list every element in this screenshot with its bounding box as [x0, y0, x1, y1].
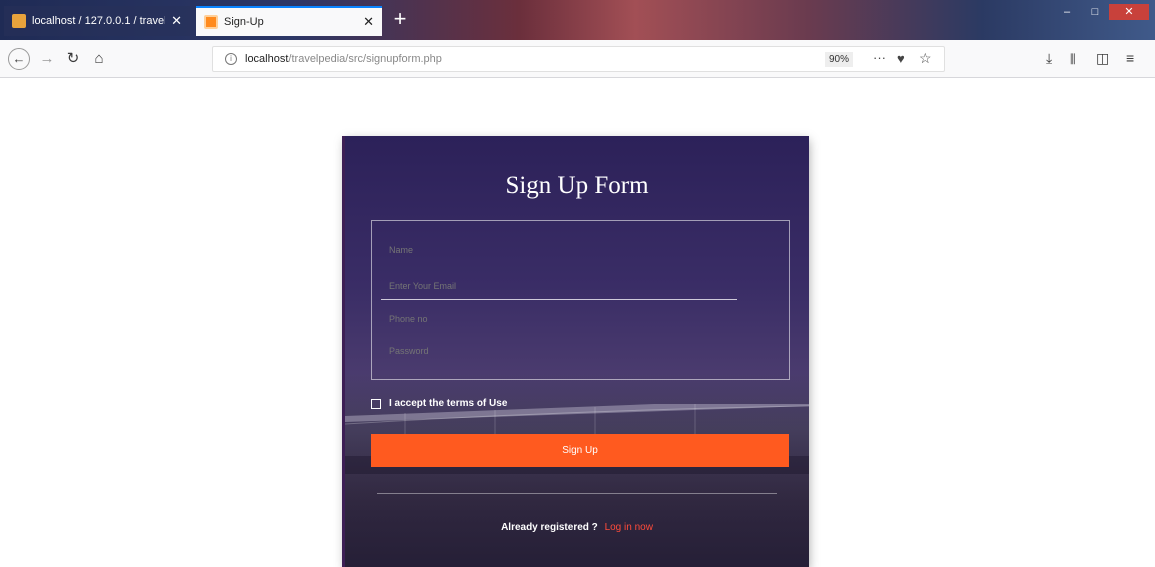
library-icon[interactable]: ⫼: [1070, 52, 1076, 67]
maximize-icon[interactable]: □: [1081, 4, 1109, 20]
login-link[interactable]: Log in now: [605, 522, 653, 533]
info-icon[interactable]: i: [225, 53, 237, 65]
browser-nav-bar: ← → ↻ ⌂ i localhost/travelpedia/src/sign…: [0, 40, 1155, 78]
page-actions-icon[interactable]: ···: [873, 50, 886, 65]
form-title: Sign Up Form: [505, 172, 649, 199]
divider: [377, 493, 777, 494]
url-host: localhost: [245, 53, 289, 65]
close-icon[interactable]: ✕: [171, 13, 182, 29]
already-registered-text: Already registered ?: [501, 522, 598, 533]
login-prompt: Already registered ? Log in now: [345, 522, 809, 533]
reload-icon[interactable]: ↻: [62, 48, 84, 70]
pocket-icon[interactable]: ♥: [897, 51, 905, 66]
tab-phpmyadmin[interactable]: localhost / 127.0.0.1 / travelp ✕: [4, 6, 190, 36]
tab-title: localhost / 127.0.0.1 / travelp: [32, 15, 166, 27]
minimize-icon[interactable]: –: [1053, 4, 1081, 20]
address-bar[interactable]: i localhost/travelpedia/src/signupform.p…: [212, 46, 945, 72]
window-close-icon[interactable]: ✕: [1109, 4, 1149, 20]
terms-checkbox[interactable]: [371, 398, 381, 409]
terms-checkbox-row[interactable]: I accept the terms of Use: [371, 398, 507, 409]
zoom-indicator[interactable]: 90%: [825, 52, 854, 67]
tab-sign-up[interactable]: Sign-Up ✕: [196, 6, 382, 36]
signup-card: Sign Up Form I accept the terms of Use S…: [345, 136, 809, 567]
window-controls: – □ ✕: [1053, 4, 1149, 22]
download-icon[interactable]: ⤓: [1046, 50, 1052, 67]
sidebar-icon[interactable]: ◫: [1096, 50, 1109, 67]
url-path: /travelpedia/src/signupform.php: [288, 53, 442, 65]
home-icon[interactable]: ⌂: [88, 48, 110, 70]
forward-icon[interactable]: →: [36, 48, 58, 70]
fields-container: [371, 220, 790, 380]
star-icon[interactable]: ☆: [919, 50, 932, 67]
hamburger-menu-icon[interactable]: ≡: [1126, 50, 1134, 66]
new-tab-button[interactable]: +: [389, 6, 411, 34]
browser-tab-bar: localhost / 127.0.0.1 / travelp ✕ Sign-U…: [0, 0, 1155, 40]
phone-input[interactable]: [389, 308, 739, 330]
page-favicon-icon: [204, 15, 218, 29]
terms-label: I accept the terms of Use: [389, 398, 508, 409]
name-input[interactable]: [389, 239, 739, 261]
back-icon[interactable]: ←: [8, 48, 30, 70]
email-underline: [381, 299, 737, 300]
tab-title: Sign-Up: [224, 16, 264, 28]
password-input[interactable]: [389, 340, 739, 362]
phpmyadmin-favicon-icon: [12, 14, 26, 28]
sign-up-button[interactable]: Sign Up: [371, 434, 789, 467]
close-icon[interactable]: ✕: [363, 14, 374, 30]
email-input[interactable]: [389, 275, 739, 297]
